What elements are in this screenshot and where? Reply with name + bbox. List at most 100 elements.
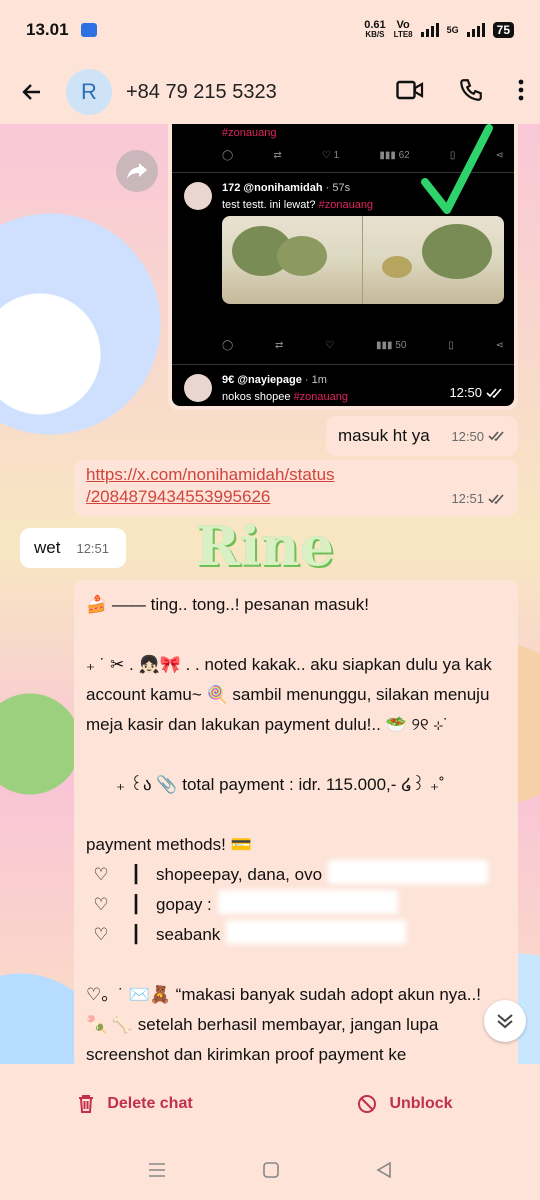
tweet-text: test testt. ini lewat? #zonauang [222,199,373,211]
system-nav-bar [0,1144,540,1200]
heart-icon: ♡ [93,895,109,914]
redacted-field [226,920,407,944]
message-link[interactable]: https://x.com/nonihamidah/status /208487… [86,464,506,508]
voice-call-icon[interactable] [458,77,484,108]
chat-header: R +84 79 215 5323 [0,60,540,124]
contact-name[interactable]: +84 79 215 5323 [126,81,277,104]
read-receipt-icon [486,387,502,398]
heart-icon: ♡ [93,865,109,884]
reply-icon: ◯ [222,340,234,351]
status-bar: 13.01 0.61 KB/S Vo LTE8 5G 75 [0,0,540,60]
message-time: 12:51 [76,540,110,556]
tweet-text-tag: #zonauang [318,199,374,211]
checkmark-icon [421,124,493,214]
bar-divider: ┃ [130,865,142,884]
message-text: wet [34,538,61,557]
tweet-text-body: nokos shopee [222,391,294,403]
bookmark-icon: ▯ [448,340,454,351]
message-link-line-1: https://x.com/nonihamidah/status [86,465,335,484]
like-icon: ♡ [325,340,335,351]
vo-label: Vo [396,19,410,31]
payment-methods-title: payment methods! 💳 [86,835,252,854]
recent-apps-icon[interactable] [148,1162,166,1183]
notification-app-icon [80,23,97,37]
message-meta: 12:50 [451,429,506,444]
image-message[interactable]: #zonauang ◯ ⇄ ♡ 1 ▮▮▮ 62 ▯ ⋖ 172 @noniha… [168,124,518,410]
payment-method-label: gopay : [156,895,212,914]
tweet-avatar [184,182,212,210]
message-link-line-2: /2084879434553995626 [86,487,271,506]
message-meta: 12:51 [451,488,506,510]
outgoing-message[interactable]: https://x.com/nonihamidah/status /208487… [74,460,518,516]
battery-icon: 75 [492,22,514,38]
retweet-icon: ⇄ [275,340,284,351]
bar-divider: ┃ [130,895,142,914]
like-icon: ♡ 1 [321,150,340,161]
message-line: 🍰 —— ting.. tong..! pesanan masuk! [86,595,369,614]
tweet-author: 9€ @nayiepage · 1m [222,374,327,386]
share-icon: ⋖ [495,340,504,351]
lte-label: LTE8 [393,30,413,39]
incoming-message[interactable]: wet 12:51 [20,528,126,568]
message-timestamp: 12:50 [449,385,504,400]
tweet-screenshot: #zonauang ◯ ⇄ ♡ 1 ▮▮▮ 62 ▯ ⋖ 172 @noniha… [172,124,514,406]
tweet-time: · 1m [304,374,327,386]
status-icons: 0.61 KB/S Vo LTE8 5G 75 [364,20,514,40]
avatar[interactable]: R [66,69,112,115]
back-nav-icon[interactable] [376,1161,392,1183]
message-text: masuk ht ya [338,426,430,445]
forward-icon[interactable] [116,150,158,192]
heart-icon: ♡ [93,925,109,944]
blocked-actions-bar: Delete chat Unblock [0,1064,540,1144]
views-icon: ▮▮▮ 62 [379,150,410,161]
payment-method-row: ♡ ┃ gopay : [86,890,506,920]
trash-icon [79,1095,94,1113]
more-options-icon[interactable] [518,78,524,107]
tweet-text: nokos shopee #zonauang [222,391,348,403]
redacted-field [328,860,489,884]
divider [172,364,514,365]
unblock-button[interactable]: Unblock [270,1094,540,1114]
chat-area[interactable]: Rine #zonauang ◯ ⇄ ♡ 1 ▮▮▮ 62 ▯ ⋖ 172 @n… [0,124,540,1064]
bar-divider: ┃ [130,925,142,944]
payment-method-label: shopeepay, dana, ovo [156,865,323,884]
tweet-image [222,216,504,304]
volte-indicator: Vo LTE8 [394,20,413,40]
delete-chat-button[interactable]: Delete chat [0,1094,270,1114]
message-time: 12:51 [451,491,484,506]
unblock-label: Unblock [389,1095,453,1112]
outgoing-message-long[interactable]: 🍰 —— ting.. tong..! pesanan masuk! ₊ ˙ ✂… [74,580,518,1064]
views-count: 50 [395,340,407,351]
home-icon[interactable] [263,1161,279,1183]
clock: 13.01 [26,20,69,39]
outgoing-message[interactable]: masuk ht ya 12:50 [326,416,518,456]
reply-icon: ◯ [222,150,234,161]
tweet-text-body: test testt. ini lewat? [222,199,319,211]
net-speed-unit: KB/S [365,30,385,39]
tweet-author-handle: 172 @nonihamidah [222,182,323,194]
signal-icon-2 [466,23,485,37]
message-line: ₊ ˙ ✂︎ . 👧🏻🎀 . . noted kakak.. aku siapk… [86,655,492,734]
tweet-time: · 57s [325,182,351,194]
tweet-hashtag: #zonauang [222,127,277,139]
signal-icon [420,23,439,37]
payment-method-row: ♡ ┃ seabank [86,920,506,950]
message-time: 12:50 [451,428,484,444]
total-payment-line: ₊ ꒰ა 📎 total payment : idr. 115.000,- ໒꒱… [116,775,445,794]
back-arrow-icon[interactable] [16,76,48,108]
image-time: 12:50 [449,385,482,400]
read-receipt-icon [488,494,504,504]
tweet-author-handle: 9€ @nayiepage [222,374,302,386]
read-receipt-icon [488,431,504,441]
tweet-avatar [184,374,212,402]
retweet-icon: ⇄ [273,150,282,161]
delete-chat-label: Delete chat [107,1095,193,1112]
views-icon: ▮▮▮ 50 [376,340,407,351]
message-line: ♡。˙ ✉️🧸 “makasi banyak sudah adopt akun … [86,985,481,1064]
scroll-down-button[interactable] [484,1000,526,1042]
block-icon [358,1095,377,1113]
net-speed-value: 0.61 [364,19,386,31]
tweet-author: 172 @nonihamidah · 57s [222,182,350,194]
video-call-icon[interactable] [396,79,424,106]
like-count: 1 [333,150,340,161]
